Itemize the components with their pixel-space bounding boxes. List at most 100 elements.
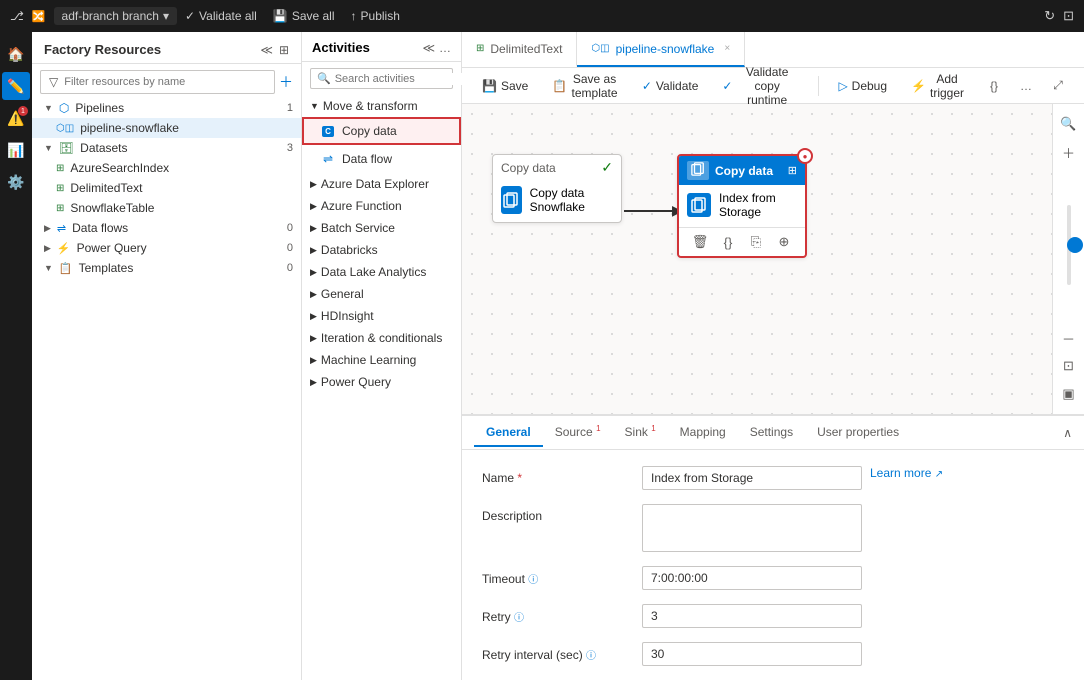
- retry-interval-info-icon[interactable]: ⓘ: [586, 651, 596, 662]
- node-run-btn[interactable]: ⊕: [774, 232, 794, 252]
- node-delete-btn[interactable]: 🗑: [690, 232, 710, 252]
- activity-group-data-lake[interactable]: ▶ Data Lake Analytics: [302, 261, 461, 283]
- code-view-btn[interactable]: {}: [980, 72, 1008, 100]
- refresh-icon[interactable]: ↻: [1044, 8, 1055, 24]
- learn-more-link[interactable]: Learn more ↗: [870, 466, 943, 480]
- sidebar-collapse-icon[interactable]: ≪: [260, 43, 273, 57]
- tab-user-properties[interactable]: User properties: [805, 419, 911, 447]
- debug-btn[interactable]: ▷ Debug: [830, 75, 895, 97]
- tab-settings[interactable]: Settings: [738, 419, 805, 447]
- activity-group-iteration[interactable]: ▶ Iteration & conditionals: [302, 327, 461, 349]
- timeout-input[interactable]: [642, 566, 862, 590]
- nav-settings-icon[interactable]: ⚙️: [2, 168, 30, 196]
- save-btn[interactable]: 💾 Save: [474, 75, 536, 97]
- tab-source[interactable]: Source 1: [543, 418, 613, 447]
- tab-mapping[interactable]: Mapping: [668, 419, 738, 447]
- tab-close-btn[interactable]: ×: [724, 43, 730, 54]
- sidebar-section-power-query[interactable]: ▶ ⚡ Power Query 0: [32, 238, 301, 258]
- zoom-in-btn[interactable]: ＋: [1057, 140, 1081, 164]
- canvas[interactable]: Copy data ✓ Copy data Snowflake: [462, 104, 1052, 414]
- node-type-1: Copy data: [501, 161, 556, 175]
- nav-home-icon[interactable]: 🏠: [2, 40, 30, 68]
- bottom-panel-collapse-btn[interactable]: ∧: [1063, 426, 1072, 440]
- branch-selector[interactable]: adf-branch branch ▾: [54, 7, 177, 25]
- activities-more-icon[interactable]: …: [439, 41, 451, 55]
- sidebar-expand-icon[interactable]: ⊞: [279, 43, 289, 57]
- table-icon-3: ⊞: [56, 203, 64, 214]
- activities-list: ▼ Move & transform C Copy data ⇌ Data fl…: [302, 95, 461, 680]
- source-superscript: 1: [596, 424, 600, 433]
- sidebar-title: Factory Resources: [44, 42, 161, 57]
- group-label-iteration: Iteration & conditionals: [321, 331, 442, 345]
- zoom-search-btn[interactable]: 🔍: [1057, 112, 1081, 136]
- node-index-from-storage[interactable]: ● Copy data ⊞: [677, 154, 807, 258]
- copy-data-icon: C: [320, 123, 336, 139]
- tab-general[interactable]: General: [474, 419, 543, 447]
- save-as-template-btn[interactable]: 📋 Save as template: [544, 68, 626, 104]
- retry-interval-input[interactable]: [642, 642, 862, 666]
- timeout-info-icon[interactable]: ⓘ: [528, 575, 538, 586]
- tab-delimited-text[interactable]: ⊞ DelimitedText: [462, 32, 577, 67]
- pipeline-toolbar: 💾 Save 📋 Save as template ✓ Validate ✓ V…: [462, 68, 1084, 104]
- fullscreen-canvas-btn[interactable]: ⤢: [1044, 72, 1072, 100]
- fullscreen-icon[interactable]: ⊡: [1063, 8, 1074, 24]
- activity-group-databricks[interactable]: ▶ Databricks: [302, 239, 461, 261]
- more-options-btn[interactable]: …: [1012, 72, 1040, 100]
- activities-collapse-icon[interactable]: ≪: [422, 41, 435, 55]
- activity-group-ml[interactable]: ▶ Machine Learning: [302, 349, 461, 371]
- activity-group-pq[interactable]: ▶ Power Query: [302, 371, 461, 393]
- validate-copy-runtime-btn[interactable]: ✓ Validate copy runtime: [714, 61, 805, 111]
- right-zoom-panel: 🔍 ＋ － ⊡ ▣: [1052, 104, 1084, 414]
- activity-group-general[interactable]: ▶ General: [302, 283, 461, 305]
- sidebar-item-delimited-text[interactable]: ⊞ DelimitedText: [32, 178, 301, 198]
- fit-view-btn[interactable]: ⊡: [1057, 354, 1081, 378]
- name-label: Name *: [482, 466, 642, 485]
- activity-group-hdinsight[interactable]: ▶ HDInsight: [302, 305, 461, 327]
- activity-group-move-transform[interactable]: ▼ Move & transform: [302, 95, 461, 117]
- node-copy-data-snowflake[interactable]: Copy data ✓ Copy data Snowflake: [492, 154, 622, 223]
- node-code-btn[interactable]: {}: [718, 232, 738, 252]
- chevron-down-icon-tmpl: ▼: [44, 263, 53, 273]
- add-trigger-btn[interactable]: ⚡ Add trigger: [903, 68, 972, 104]
- github-icon: ⎇: [10, 9, 24, 23]
- publish-btn[interactable]: ↑ Publish: [351, 9, 400, 23]
- node-copy-btn[interactable]: ⎘: [746, 232, 766, 252]
- top-bar-actions: ✓ Validate all 💾 Save all ↑ Publish: [185, 9, 400, 23]
- sidebar-item-azure-search-index[interactable]: ⊞ AzureSearchIndex: [32, 158, 301, 178]
- retry-input[interactable]: [642, 604, 862, 628]
- description-input[interactable]: [642, 504, 862, 552]
- chevron-up-icon: ∧: [1063, 426, 1072, 440]
- sidebar-section-data-flows[interactable]: ▶ ⇌ Data flows 0: [32, 218, 301, 238]
- sidebar-item-pipeline-snowflake[interactable]: ⬡◫ pipeline-snowflake: [32, 118, 301, 138]
- activities-search[interactable]: 🔍: [310, 68, 453, 89]
- validate-all-btn[interactable]: ✓ Validate all: [185, 9, 257, 23]
- sidebar-filter-input[interactable]: [64, 76, 266, 88]
- save-all-btn[interactable]: 💾 Save all: [273, 9, 335, 23]
- activity-item-copy-data[interactable]: C Copy data: [302, 117, 461, 145]
- sidebar-add-btn[interactable]: ＋: [279, 72, 293, 92]
- activities-search-input[interactable]: [335, 73, 477, 85]
- tab-sink[interactable]: Sink 1: [613, 418, 668, 447]
- minimap-btn[interactable]: ▣: [1057, 382, 1081, 406]
- node-body-1: Copy data Snowflake: [493, 180, 621, 222]
- sidebar-item-snowflake-table[interactable]: ⊞ SnowflakeTable: [32, 198, 301, 218]
- nav-monitor-icon[interactable]: 📊: [2, 136, 30, 164]
- validate-btn[interactable]: ✓ Validate: [634, 75, 707, 97]
- nav-pencil-icon[interactable]: ✏️: [2, 72, 30, 100]
- repo-icon: 🔀: [32, 10, 46, 23]
- description-label: Description: [482, 504, 642, 523]
- sidebar-section-pipelines[interactable]: ▼ ⬡ Pipelines 1: [32, 98, 301, 118]
- activity-group-azure-explorer[interactable]: ▶ Azure Data Explorer: [302, 173, 461, 195]
- zoom-thumb[interactable]: [1067, 237, 1083, 253]
- name-input[interactable]: [642, 466, 862, 490]
- sidebar-section-datasets[interactable]: ▼ 🗄 Datasets 3: [32, 138, 301, 158]
- activity-item-data-flow[interactable]: ⇌ Data flow: [302, 145, 461, 173]
- activity-group-azure-function[interactable]: ▶ Azure Function: [302, 195, 461, 217]
- sidebar-search[interactable]: ▽: [40, 70, 275, 94]
- sidebar-section-templates[interactable]: ▼ 📋 Templates 0: [32, 258, 301, 278]
- zoom-out-btn[interactable]: －: [1057, 326, 1081, 350]
- pipeline-name: pipeline-snowflake: [80, 121, 179, 135]
- retry-info-icon[interactable]: ⓘ: [514, 613, 524, 624]
- nav-alert-icon[interactable]: ⚠️ 1: [2, 104, 30, 132]
- activity-group-batch-service[interactable]: ▶ Batch Service: [302, 217, 461, 239]
